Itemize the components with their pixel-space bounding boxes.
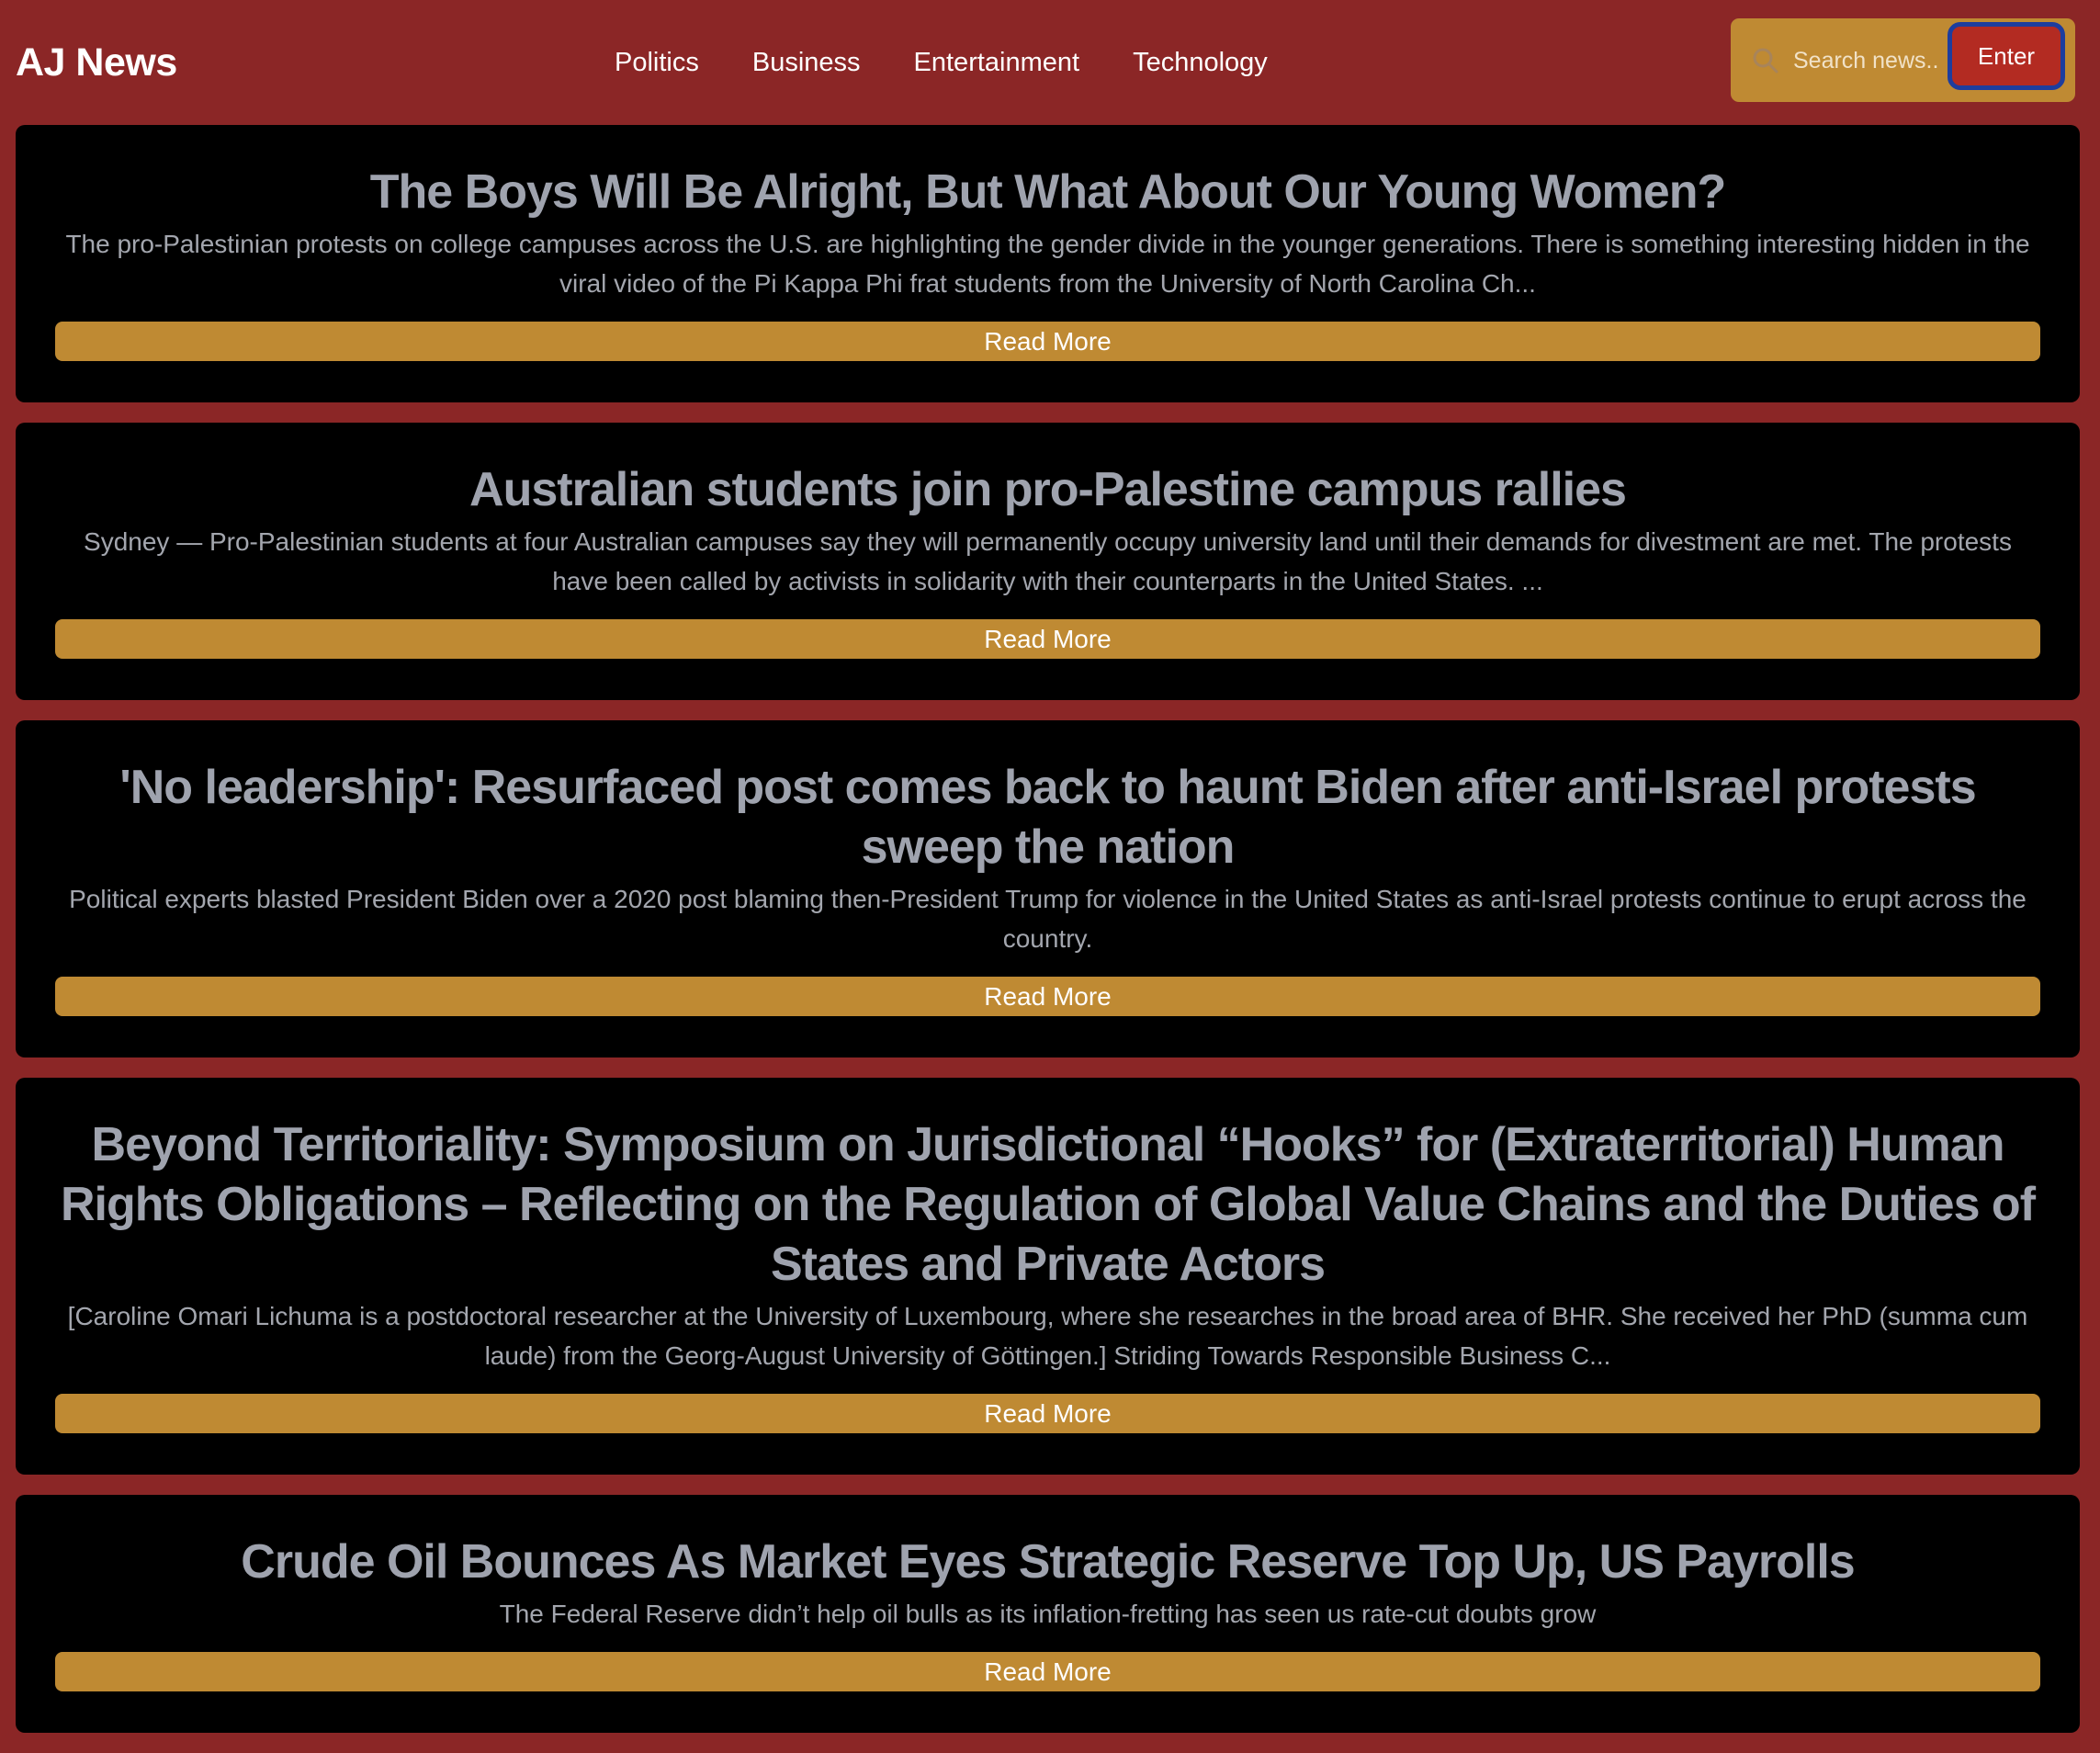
read-more-button[interactable]: Read More	[55, 619, 2040, 659]
article-card: Beyond Territoriality: Symposium on Juri…	[16, 1078, 2080, 1475]
search-input[interactable]	[1793, 40, 1940, 81]
article-excerpt: The Federal Reserve didn’t help oil bull…	[499, 1600, 1597, 1628]
read-more-button[interactable]: Read More	[55, 322, 2040, 361]
article-excerpt: Sydney — Pro-Palestinian students at fou…	[84, 527, 2012, 595]
search-icon	[1753, 48, 1778, 74]
nav-item-business[interactable]: Business	[726, 48, 887, 78]
category-nav: Politics Business Entertainment Technolo…	[588, 40, 1294, 85]
search-enter-button[interactable]: Enter	[1948, 22, 2065, 90]
read-more-button[interactable]: Read More	[55, 977, 2040, 1016]
article-excerpt: [Caroline Omari Lichuma is a postdoctora…	[67, 1302, 2028, 1370]
article-excerpt: Political experts blasted President Bide…	[69, 885, 2027, 953]
article-title[interactable]: Crude Oil Bounces As Market Eyes Strateg…	[55, 1532, 2040, 1592]
article-card: Crude Oil Bounces As Market Eyes Strateg…	[16, 1495, 2080, 1733]
nav-item-entertainment[interactable]: Entertainment	[887, 48, 1107, 78]
article-excerpt: The pro-Palestinian protests on college …	[65, 230, 2030, 298]
read-more-button[interactable]: Read More	[55, 1394, 2040, 1433]
search-box: Enter	[1731, 18, 2075, 102]
article-title[interactable]: Beyond Territoriality: Symposium on Juri…	[55, 1115, 2040, 1295]
nav-item-technology[interactable]: Technology	[1106, 48, 1294, 78]
article-title[interactable]: 'No leadership': Resurfaced post comes b…	[55, 758, 2040, 877]
article-card: 'No leadership': Resurfaced post comes b…	[16, 720, 2080, 1057]
read-more-button[interactable]: Read More	[55, 1652, 2040, 1691]
site-logo[interactable]: AJ News	[16, 35, 177, 90]
article-card: Australian students join pro-Palestine c…	[16, 423, 2080, 700]
article-title[interactable]: Australian students join pro-Palestine c…	[55, 460, 2040, 520]
article-title[interactable]: The Boys Will Be Alright, But What About…	[55, 163, 2040, 222]
nav-item-politics[interactable]: Politics	[588, 48, 726, 78]
article-card: The Boys Will Be Alright, But What About…	[16, 125, 2080, 402]
top-nav-bar: AJ News Politics Business Entertainment …	[0, 0, 2100, 123]
